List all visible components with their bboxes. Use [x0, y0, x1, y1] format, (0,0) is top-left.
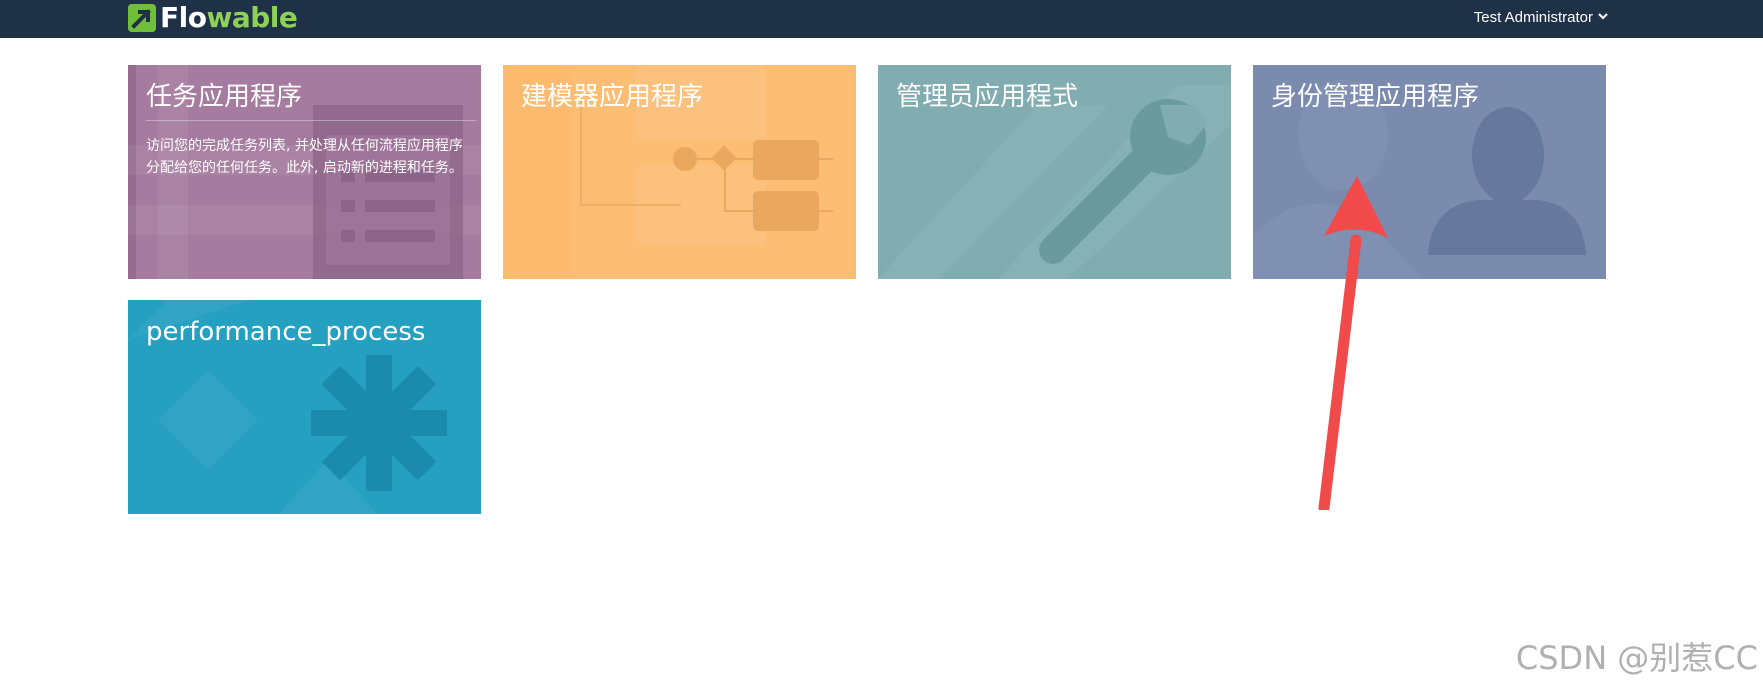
user-menu-dropdown[interactable]: Test Administrator	[1474, 0, 1608, 34]
flowable-logo[interactable]: Flowable	[128, 1, 298, 34]
chevron-down-icon	[1598, 11, 1608, 23]
top-navbar: Flowable Test Administrator	[0, 0, 1763, 38]
logo-text: Flowable	[160, 1, 298, 34]
tile-title: 身份管理应用程序	[1271, 82, 1480, 112]
tile-divider	[146, 120, 476, 121]
red-arrow-annotation	[1318, 176, 1388, 510]
tile-title: performance_process	[146, 317, 426, 347]
tile-title: 任务应用程序	[146, 82, 303, 112]
logo-text-main: Flo	[160, 1, 207, 34]
tile-description: 访问您的完成任务列表, 并处理从任何流程应用程序分配给您的任何任务。此外, 启动…	[146, 138, 463, 176]
tile-admin-app[interactable]: 管理员应用程式	[878, 65, 1231, 279]
logo-text-accent: wable	[206, 1, 298, 34]
tile-task-app[interactable]: 任务应用程序 访问您的完成任务列表, 并处理从任何流程应用程序分配给您的任何任务…	[128, 65, 481, 279]
tile-modeler-app[interactable]: 建模器应用程序	[503, 65, 856, 279]
flowable-logo-icon	[128, 4, 156, 32]
tile-title: 建模器应用程序	[521, 82, 704, 112]
user-name: Test Administrator	[1473, 8, 1593, 26]
csdn-watermark: CSDN @别惹CC	[1515, 639, 1758, 677]
tile-performance-process-app[interactable]: performance_process	[128, 300, 481, 514]
tile-title: 管理员应用程式	[896, 82, 1079, 112]
